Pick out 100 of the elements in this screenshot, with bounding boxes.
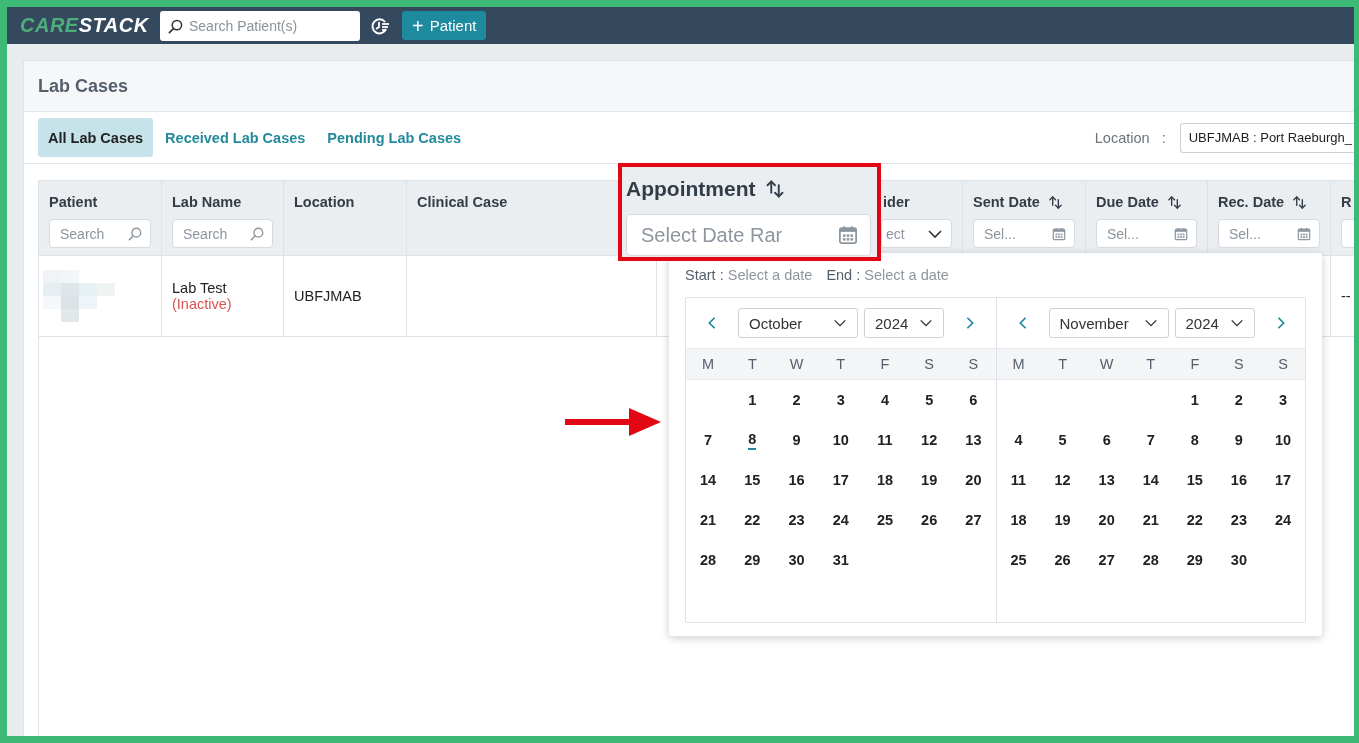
column-header: Location [294,194,355,210]
page-title: Lab Cases [38,75,129,97]
calendar-day[interactable]: 18 [862,460,908,500]
calendar-day[interactable]: 9 [1216,420,1261,460]
column-header: R [1341,194,1352,210]
weekday-label: T [746,356,758,372]
calendar-day[interactable]: 7 [1128,420,1173,460]
calendar-icon [1174,226,1188,241]
calendar-day[interactable]: 26 [1040,540,1085,580]
calendar-day[interactable]: 31 [818,540,863,580]
year-select[interactable]: 2024 [1174,308,1255,338]
calendar-day[interactable]: 12 [1040,460,1085,500]
calendar-day[interactable]: 3 [1260,380,1305,420]
calendar-day[interactable]: 20 [951,460,996,500]
weekday-label: S [967,356,980,372]
calendar-day[interactable]: 11 [862,420,908,460]
month-select[interactable]: November [1048,308,1169,338]
calendar-day[interactable]: 5 [907,380,952,420]
calendar-day[interactable]: 17 [1260,460,1305,500]
calendar-day[interactable]: 16 [1216,460,1261,500]
calendar-day[interactable]: 17 [818,460,863,500]
table-cell-text: -- [1341,288,1352,304]
calendar-day[interactable]: 30 [1216,540,1261,580]
calendar-day[interactable]: 24 [1260,500,1305,540]
month-select[interactable]: October [738,308,858,338]
calendar-day[interactable]: 23 [1216,500,1261,540]
calendar-day[interactable]: 21 [686,500,731,540]
calendar-day[interactable]: 20 [1084,500,1129,540]
calendar-icon [1052,226,1066,241]
calendar-day[interactable]: 28 [686,540,731,580]
column-header: Patient [49,194,98,210]
calendar-day[interactable]: 5 [1040,420,1085,460]
calendar-icon [1297,226,1311,241]
clock-list-icon[interactable] [370,15,390,36]
sort-icon[interactable] [1292,194,1308,210]
calendar-day[interactable]: 29 [730,540,775,580]
calendar-day[interactable]: 23 [774,500,819,540]
calendar-day[interactable]: 26 [907,500,952,540]
calendar-day[interactable]: 1 [730,380,775,420]
calendar-day[interactable]: 25 [862,500,908,540]
location-select[interactable]: UBFJMAB : Port Raeburgh_ [1179,122,1354,153]
calendar-day[interactable]: 30 [774,540,819,580]
calendar-day[interactable]: 1 [1172,380,1217,420]
search-icon [250,226,264,241]
calendar-day[interactable]: 15 [1172,460,1217,500]
calendar-day[interactable]: 25 [996,540,1041,580]
calendar-day[interactable]: 2 [1216,380,1261,420]
calendar-day[interactable]: 24 [818,500,863,540]
sort-icon[interactable] [765,179,786,199]
add-patient-button[interactable]: + Patient [402,11,487,40]
logo[interactable]: CARESTACK [20,14,160,37]
calendar-day[interactable]: 13 [951,420,996,460]
calendar-day[interactable]: 11 [996,460,1041,500]
calendar-day[interactable]: 4 [996,420,1041,460]
calendar-day[interactable]: 29 [1172,540,1217,580]
calendar-day[interactable]: 6 [951,380,996,420]
tab[interactable]: All Lab Cases [38,118,154,157]
calendar-day[interactable]: 10 [818,420,863,460]
calendar-day[interactable]: 4 [862,380,908,420]
calendar-day[interactable]: 28 [1128,540,1173,580]
calendar-day[interactable]: 10 [1260,420,1305,460]
weekday-label: M [701,356,716,372]
weekday-label: S [1233,356,1245,372]
column-header: ider [883,194,910,210]
calendar-day[interactable]: 2 [774,380,819,420]
calendar-day[interactable]: 22 [1172,500,1217,540]
year-select[interactable]: 2024 [864,308,944,338]
calendar-day[interactable]: 8 [730,420,775,460]
weekday-label: M [1011,356,1026,372]
sort-icon[interactable] [1166,194,1182,210]
tab[interactable]: Pending Lab Cases [317,118,472,157]
calendar-day[interactable]: 9 [774,420,819,460]
weekday-label: F [1189,356,1201,372]
column-header: Clinical Case [417,194,508,210]
column-header: Sent Date [973,194,1040,210]
calendar-day[interactable]: 27 [1084,540,1129,580]
calendar-day[interactable]: 14 [1128,460,1173,500]
calendar-day[interactable]: 18 [996,500,1041,540]
calendar-icon [838,225,858,245]
calendar-day[interactable]: 22 [730,500,775,540]
calendar-day[interactable]: 13 [1084,460,1129,500]
calendar-day[interactable]: 19 [1040,500,1085,540]
search-field[interactable]: Search Patient(s) [160,10,360,41]
weekday-label: W [1098,356,1115,372]
calendar-day[interactable]: 15 [730,460,775,500]
calendar-day[interactable]: 3 [818,380,863,420]
weekday-label: T [1145,356,1157,372]
calendar-day[interactable]: 19 [907,460,952,500]
start-date-text: Start : Select a date [685,267,813,283]
calendar-day[interactable]: 27 [951,500,996,540]
calendar-day[interactable]: 7 [686,420,731,460]
calendar-day[interactable]: 8 [1172,420,1217,460]
sort-icon[interactable] [1047,194,1063,210]
search-icon [168,18,183,34]
calendar-day[interactable]: 21 [1128,500,1173,540]
calendar-day[interactable]: 14 [686,460,731,500]
calendar-day[interactable]: 12 [907,420,952,460]
tab[interactable]: Received Lab Cases [155,118,316,157]
calendar-day[interactable]: 16 [774,460,819,500]
calendar-day[interactable]: 6 [1084,420,1129,460]
